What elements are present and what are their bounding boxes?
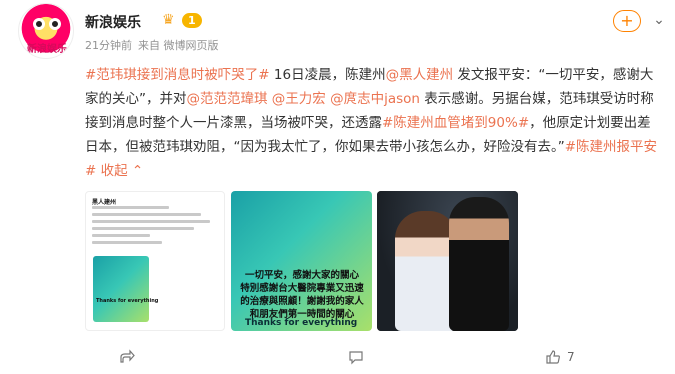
photo-person-right: [449, 197, 509, 331]
like-button[interactable]: 7: [545, 349, 575, 365]
crown-icon: ♛: [162, 12, 175, 28]
action-bar: 7: [85, 349, 675, 371]
avatar-eye-right: [49, 18, 61, 30]
image-text-lines: [92, 206, 220, 248]
mention-link[interactable]: @黑人建州: [386, 67, 454, 83]
collapse-link[interactable]: 收起: [101, 163, 128, 179]
post-time[interactable]: 21分钟前: [85, 37, 132, 53]
mention-link[interactable]: @王力宏: [272, 91, 326, 107]
post-text: 16日凌晨，陈建州: [269, 67, 386, 83]
follow-button[interactable]: +: [613, 10, 641, 32]
image-mini-card: [93, 256, 149, 322]
comment-icon: [349, 351, 363, 365]
photo-person-left: [395, 211, 457, 331]
image-thanks-text: Thanks for everything: [245, 318, 358, 328]
image-poster-name: 黑人建州: [92, 199, 117, 206]
chevron-up-icon[interactable]: ⌃: [128, 163, 143, 179]
comment-button[interactable]: [348, 349, 370, 365]
weibo-post-card: 新浪娱乐 新浪娱乐 ♛ 1 21分钟前 来自 微博网页版 + ⌄ #范玮琪接到消…: [0, 0, 675, 374]
topic-link[interactable]: #陈建州血管堵到90%#: [382, 115, 529, 131]
user-name[interactable]: 新浪娱乐: [85, 12, 141, 32]
user-avatar[interactable]: 新浪娱乐: [18, 3, 74, 59]
topic-link[interactable]: #范玮琪接到消息时被吓哭了#: [85, 67, 270, 83]
post-image-1[interactable]: 黑人建州 Thanks for everything: [85, 191, 225, 331]
vip-badge[interactable]: ♛ 1: [162, 12, 202, 28]
image-mini-caption: Thanks for everything: [96, 298, 159, 304]
vip-level: 1: [182, 12, 202, 28]
post-image-2[interactable]: 一切平安，感謝大家的關心 特別感謝台大醫院專業又迅速的治療與照顧！謝謝我的家人和…: [231, 191, 372, 331]
mention-link[interactable]: @庹志中jason: [330, 91, 420, 107]
avatar-text: 新浪娱乐: [27, 44, 67, 55]
post-source: 来自 微博网页版: [138, 39, 219, 52]
image-quote: 一切平安，感謝大家的關心 特別感謝台大醫院專業又迅速的治療與照顧！謝謝我的家人和…: [240, 270, 364, 320]
post-content: #范玮琪接到消息时被吓哭了# 16日凌晨，陈建州@黑人建州 发文报平安：“一切平…: [85, 63, 661, 183]
share-button[interactable]: [119, 349, 141, 365]
post-image-3[interactable]: [377, 191, 518, 331]
mention-link[interactable]: @范范范瑋琪: [187, 91, 268, 107]
like-count: 7: [567, 350, 575, 364]
thumbs-up-icon: [546, 350, 560, 364]
post-meta: 21分钟前 来自 微博网页版: [85, 37, 219, 53]
more-menu-button[interactable]: ⌄: [649, 12, 669, 30]
share-icon: [120, 349, 135, 363]
avatar-eye-left: [33, 18, 45, 30]
